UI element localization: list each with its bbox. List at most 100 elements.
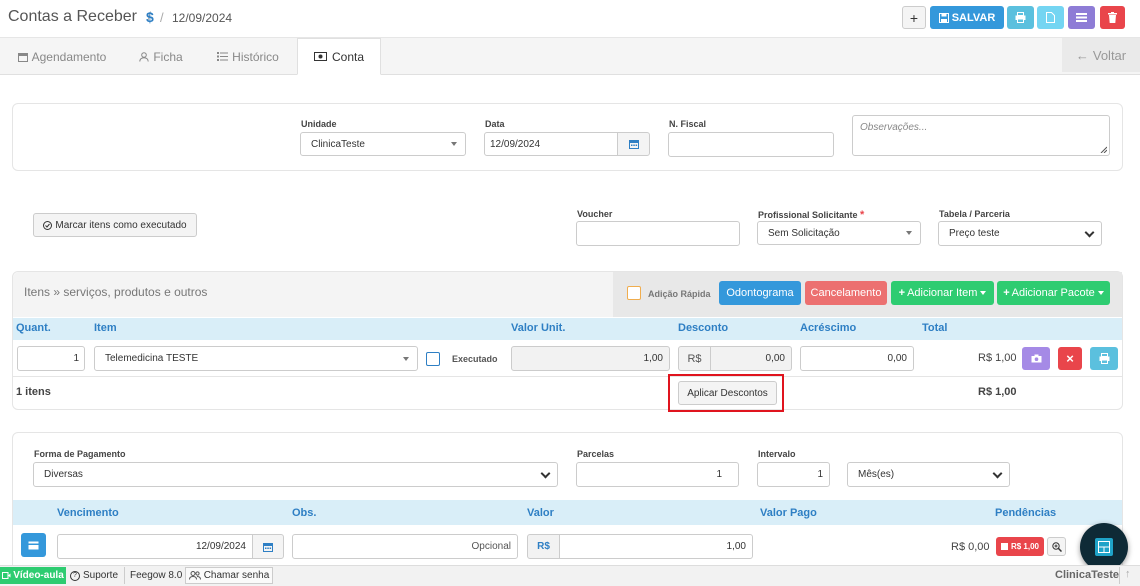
- nfiscal-input[interactable]: [668, 132, 834, 157]
- executado-label: Executado: [452, 354, 498, 364]
- observacoes-textarea[interactable]: Observações...: [852, 115, 1110, 156]
- credit-card-icon: [28, 541, 39, 549]
- acrescimo-input[interactable]: 0,00: [800, 346, 914, 371]
- footer-divider-2: [1119, 567, 1120, 584]
- vencimento-calendar-button[interactable]: [252, 534, 284, 559]
- payment-table-header: [13, 500, 1122, 525]
- col-pendencias: Pendências: [995, 507, 1057, 519]
- floating-help-button[interactable]: [1080, 523, 1128, 571]
- menu-button[interactable]: [1068, 6, 1095, 29]
- vencimento-input[interactable]: 12/09/2024: [57, 534, 253, 559]
- col-quant: Quant.: [16, 322, 51, 334]
- item-print-button[interactable]: [1090, 347, 1118, 370]
- aplicar-descontos-button[interactable]: Aplicar Descontos: [678, 381, 777, 405]
- video-aula-button[interactable]: Vídeo-aula: [0, 567, 66, 584]
- col-valor: Valor: [527, 507, 554, 519]
- intervalo-input[interactable]: 1: [757, 462, 830, 487]
- data-calendar-button[interactable]: [617, 132, 650, 156]
- item-camera-button[interactable]: [1022, 347, 1050, 370]
- zoom-button[interactable]: [1047, 537, 1066, 556]
- camera-icon: [1031, 354, 1041, 363]
- valor-pago: R$ 0,00: [951, 541, 990, 553]
- pendencia-badge[interactable]: R$ 1,00: [996, 537, 1044, 556]
- unidade-label: Unidade: [301, 119, 337, 129]
- clinic-name: ClinicaTeste: [1055, 569, 1119, 581]
- user-icon: [139, 51, 150, 62]
- valor-currency-prefix: R$: [527, 534, 560, 559]
- parcelas-label: Parcelas: [577, 449, 615, 459]
- calendar-icon: [17, 52, 28, 62]
- version-label: Feegow 8.0: [130, 570, 183, 581]
- calendar-icon: [628, 140, 639, 149]
- save-button[interactable]: SALVAR: [930, 6, 1004, 29]
- caret-down-icon: [1097, 291, 1104, 295]
- col-acrescimo: Acréscimo: [800, 322, 857, 334]
- forma-pagamento-label: Forma de Pagamento: [34, 449, 126, 459]
- caret-down-icon: [451, 142, 457, 146]
- back-button[interactable]: ← Voltar: [1062, 38, 1140, 72]
- quantity-input[interactable]: 1: [17, 346, 85, 371]
- profissional-select[interactable]: Sem Solicitação: [757, 221, 921, 245]
- col-desconto: Desconto: [678, 322, 729, 334]
- chevron-down-icon: [992, 468, 1003, 478]
- dollar-icon: $: [146, 9, 154, 25]
- col-valor-unit: Valor Unit.: [511, 322, 566, 334]
- add-item-button[interactable]: + Adicionar Item: [891, 281, 994, 305]
- data-input[interactable]: 12/09/2024: [484, 132, 618, 156]
- unidade-select[interactable]: ClinicaTeste: [300, 132, 466, 156]
- items-count: 1 itens: [16, 386, 51, 398]
- plus-icon: +: [898, 287, 906, 299]
- executado-checkbox[interactable]: [426, 352, 440, 366]
- chat-icon: [1095, 538, 1113, 556]
- periodo-select[interactable]: Mês(es): [847, 462, 1010, 487]
- question-circle-icon: ?: [70, 570, 80, 581]
- item-select[interactable]: Telemedicina TESTE: [94, 346, 418, 371]
- caret-down-icon: [906, 231, 912, 235]
- print-button[interactable]: [1007, 6, 1034, 29]
- item-remove-button[interactable]: ×: [1058, 347, 1082, 370]
- document-icon: [1046, 12, 1055, 23]
- odontograma-button[interactable]: Odontograma: [719, 281, 801, 305]
- window-icon: [1098, 541, 1110, 553]
- obs-input[interactable]: Opcional: [292, 534, 518, 559]
- resize-handle-icon: [1100, 146, 1107, 153]
- desconto-input[interactable]: 0,00: [710, 346, 792, 371]
- tab-ficha[interactable]: Ficha: [128, 38, 194, 75]
- tabela-select[interactable]: Preço teste: [938, 221, 1102, 246]
- voucher-input[interactable]: [576, 221, 740, 246]
- cancelamento-button[interactable]: Cancelamento: [805, 281, 887, 305]
- money-icon: [313, 52, 327, 61]
- installment-details-button[interactable]: [21, 533, 46, 557]
- document-button[interactable]: [1037, 6, 1064, 29]
- tab-historico[interactable]: Histórico: [204, 38, 292, 75]
- footer-divider: [124, 567, 125, 584]
- chevron-down-icon: [1084, 227, 1095, 237]
- items-table-header: [13, 318, 1122, 340]
- valor-input[interactable]: 1,00: [559, 534, 753, 559]
- col-valor-pago: Valor Pago: [760, 507, 817, 519]
- flag-icon: [1000, 543, 1008, 550]
- col-obs: Obs.: [292, 507, 317, 519]
- caret-down-icon: [403, 356, 409, 361]
- arrow-left-icon: ←: [1075, 47, 1089, 63]
- suporte-link[interactable]: ? Suporte: [70, 567, 118, 584]
- tabela-label: Tabela / Parceria: [939, 209, 1010, 219]
- chevron-down-icon: [540, 468, 551, 478]
- tab-agendamento[interactable]: Agendamento: [8, 38, 116, 75]
- chamar-senha-button[interactable]: Chamar senha: [185, 567, 273, 584]
- close-icon: ×: [1066, 351, 1074, 366]
- arrow-up-icon[interactable]: ↑: [1125, 568, 1131, 580]
- add-pacote-button[interactable]: + Adicionar Pacote: [997, 281, 1110, 305]
- adicao-rapida-checkbox[interactable]: [627, 286, 641, 300]
- parcelas-input[interactable]: 1: [576, 462, 739, 487]
- valor-unit-input[interactable]: 1,00: [511, 346, 670, 371]
- tab-conta[interactable]: Conta: [297, 38, 381, 75]
- print-icon: [1015, 12, 1026, 23]
- item-total: R$ 1,00: [978, 352, 1017, 364]
- delete-button[interactable]: [1100, 6, 1125, 29]
- add-button[interactable]: +: [902, 6, 926, 29]
- col-total: Total: [922, 322, 948, 334]
- items-title: Itens » serviços, produtos e outros: [24, 285, 208, 299]
- mark-executed-button[interactable]: Marcar itens como executado: [33, 213, 197, 237]
- forma-pagamento-select[interactable]: Diversas: [33, 462, 558, 487]
